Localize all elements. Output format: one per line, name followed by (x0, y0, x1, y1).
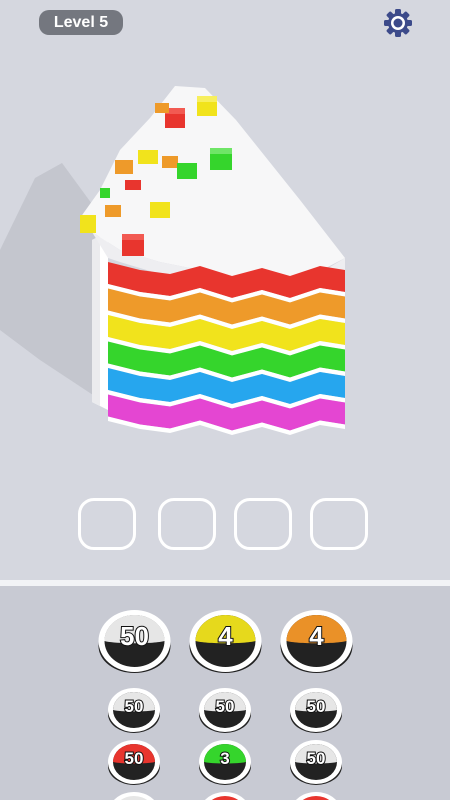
coin-value: 50 (119, 620, 150, 652)
coin-partial[interactable] (198, 790, 252, 800)
coin-value: 4 (308, 620, 324, 652)
cake-shadow (0, 163, 100, 395)
slot-row (78, 498, 374, 554)
coin-value: 50 (124, 696, 145, 717)
coin-value: 50 (306, 696, 327, 717)
coin-value: 50 (306, 748, 327, 769)
coin-partial[interactable] (107, 790, 161, 800)
coin-value: 50 (124, 748, 145, 769)
coin-partial[interactable] (289, 790, 343, 800)
empty-slot[interactable] (158, 498, 216, 550)
empty-slot[interactable] (78, 498, 136, 550)
coin[interactable]: 50 (289, 738, 343, 786)
empty-slot[interactable] (310, 498, 368, 550)
coin-body (113, 792, 155, 800)
coin-body (204, 792, 246, 800)
coin-body (295, 792, 337, 800)
coin[interactable]: 50 (97, 608, 172, 674)
coin-value: 4 (217, 620, 233, 652)
coin[interactable]: 4 (279, 608, 354, 674)
coin-value: 50 (215, 696, 236, 717)
cake-scene[interactable] (0, 60, 450, 440)
gear-icon (384, 9, 412, 37)
coin[interactable]: 50 (289, 686, 343, 734)
coin[interactable]: 4 (188, 608, 263, 674)
coin[interactable]: 50 (107, 738, 161, 786)
cake-layers (108, 262, 345, 435)
level-indicator: Level 5 (39, 10, 123, 35)
settings-button[interactable] (381, 6, 415, 40)
coin[interactable]: 3 (198, 738, 252, 786)
empty-slot[interactable] (234, 498, 292, 550)
coin-value: 3 (219, 748, 230, 769)
coin[interactable]: 50 (198, 686, 252, 734)
coin[interactable]: 50 (107, 686, 161, 734)
